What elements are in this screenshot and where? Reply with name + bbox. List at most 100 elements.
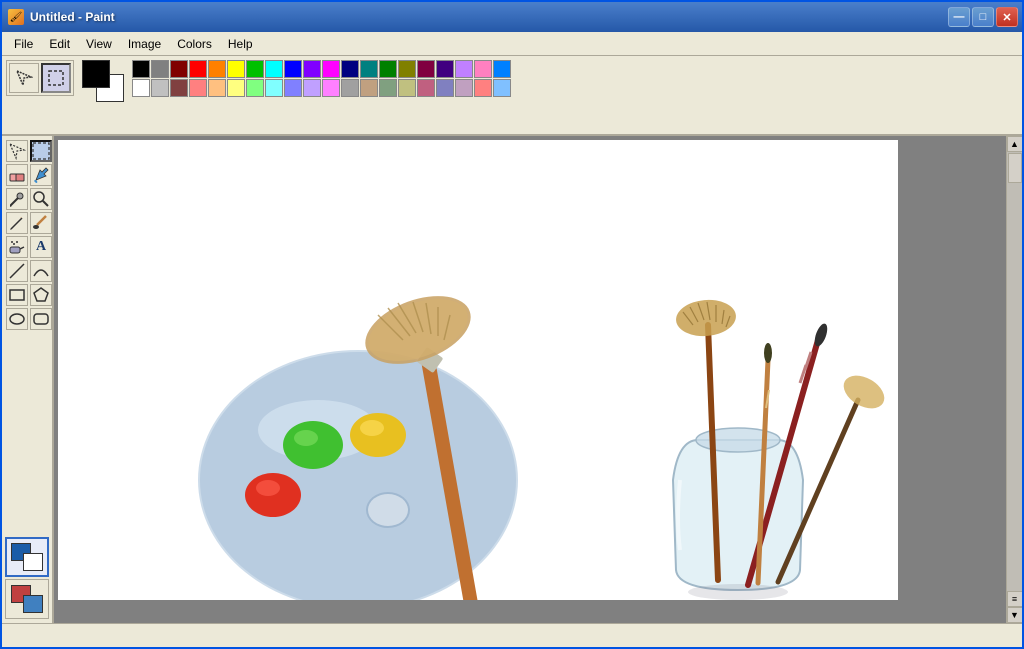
menubar: File Edit View Image Colors Help — [2, 32, 1022, 56]
rect-select-button[interactable] — [30, 140, 52, 162]
swatch-rose[interactable] — [417, 79, 435, 97]
color-palette — [132, 60, 511, 97]
swatch-darkred[interactable] — [170, 60, 188, 78]
statusbar — [2, 623, 1022, 647]
swatch-skyblue[interactable] — [493, 60, 511, 78]
toolbar — [2, 56, 1022, 136]
canvas-with-scrollbar: ▲ ≡ ▼ — [54, 136, 1022, 623]
window-title: Untitled - Paint — [30, 10, 115, 24]
swatch-lilac[interactable] — [455, 79, 473, 97]
polygon-button[interactable] — [30, 284, 52, 306]
main-area: A — [2, 136, 1022, 623]
swatch-lightred[interactable] — [189, 79, 207, 97]
rect-select-tool-toolbar[interactable] — [41, 63, 71, 93]
minimize-button[interactable]: — — [948, 7, 970, 27]
eyedropper-button[interactable] — [6, 188, 28, 210]
swatch-purple[interactable] — [303, 60, 321, 78]
swatch-magenta[interactable] — [322, 60, 340, 78]
swatch-teal[interactable] — [360, 60, 378, 78]
swatch-navy[interactable] — [341, 60, 359, 78]
eraser-button[interactable] — [6, 164, 28, 186]
canvas[interactable] — [58, 140, 898, 600]
swatch-black[interactable] — [132, 60, 150, 78]
swatch-lightpink[interactable] — [322, 79, 340, 97]
free-select-tool-toolbar[interactable] — [9, 63, 39, 93]
airbrush-button[interactable] — [6, 236, 28, 258]
swatch-yellow[interactable] — [227, 60, 245, 78]
main-window: 🖌 Untitled - Paint — □ ✕ File Edit View … — [0, 0, 1024, 649]
swatch-azure[interactable] — [493, 79, 511, 97]
swatch-lightblue[interactable] — [284, 79, 302, 97]
app-icon: 🖌 — [8, 9, 24, 25]
swatch-maroon[interactable] — [417, 60, 435, 78]
bottom-color-options — [6, 537, 48, 619]
swatch-orange[interactable] — [208, 60, 226, 78]
scroll-up-button[interactable]: ▲ — [1007, 136, 1023, 152]
menu-edit[interactable]: Edit — [41, 35, 78, 53]
swatch-lavender[interactable] — [303, 79, 321, 97]
magnify-button[interactable] — [30, 188, 52, 210]
swatch-lightyellow[interactable] — [227, 79, 245, 97]
canvas-container[interactable] — [54, 136, 1006, 623]
vertical-scrollbar[interactable]: ▲ ≡ ▼ — [1006, 136, 1022, 623]
swatch-darkgray[interactable] — [151, 60, 169, 78]
swatch-lightgray[interactable] — [151, 79, 169, 97]
pencil-button[interactable] — [6, 212, 28, 234]
line-button[interactable] — [6, 260, 28, 282]
swatch-cyan[interactable] — [265, 60, 283, 78]
swatch-indigo[interactable] — [436, 60, 454, 78]
swatch-green[interactable] — [379, 60, 397, 78]
swatch-khaki[interactable] — [398, 79, 416, 97]
swatch-peach[interactable] — [208, 79, 226, 97]
swatch-pink[interactable] — [474, 60, 492, 78]
menu-help[interactable]: Help — [220, 35, 261, 53]
swatch-olive[interactable] — [398, 60, 416, 78]
foreground-color-box[interactable] — [82, 60, 110, 88]
tool-grid: A — [6, 140, 48, 330]
canvas-artwork — [58, 140, 898, 600]
color-option-1[interactable] — [5, 537, 49, 577]
menu-file[interactable]: File — [6, 35, 41, 53]
menu-colors[interactable]: Colors — [169, 35, 220, 53]
swatch-salmon[interactable] — [474, 79, 492, 97]
swatch-lime[interactable] — [246, 60, 264, 78]
rounded-rect-button[interactable] — [30, 308, 52, 330]
swatch-lightgreen[interactable] — [246, 79, 264, 97]
color-preview — [82, 60, 124, 102]
swatch-violet[interactable] — [455, 60, 473, 78]
toolbox: A — [2, 136, 54, 623]
menu-image[interactable]: Image — [120, 35, 169, 53]
close-button[interactable]: ✕ — [996, 7, 1018, 27]
titlebar-controls: — □ ✕ — [948, 7, 1018, 27]
toolbar-tool-section — [6, 60, 74, 96]
swatch-red[interactable] — [189, 60, 207, 78]
maximize-button[interactable]: □ — [972, 7, 994, 27]
color-option-2[interactable] — [5, 579, 49, 619]
swatch-blue[interactable] — [284, 60, 302, 78]
swatch-periwinkle[interactable] — [436, 79, 454, 97]
menu-view[interactable]: View — [78, 35, 120, 53]
rect-button[interactable] — [6, 284, 28, 306]
swatch-sage[interactable] — [379, 79, 397, 97]
swatch-silver[interactable] — [341, 79, 359, 97]
titlebar-left: 🖌 Untitled - Paint — [8, 9, 115, 25]
scroll-thumb[interactable] — [1008, 153, 1022, 183]
titlebar: 🖌 Untitled - Paint — □ ✕ — [2, 2, 1022, 32]
swatch-white[interactable] — [132, 79, 150, 97]
curve-button[interactable] — [30, 260, 52, 282]
swatch-lightcyan[interactable] — [265, 79, 283, 97]
swatch-brown[interactable] — [170, 79, 188, 97]
fill-button[interactable] — [30, 164, 52, 186]
text-button[interactable]: A — [30, 236, 52, 258]
brush-button[interactable] — [30, 212, 52, 234]
free-select-button[interactable] — [6, 140, 28, 162]
palette-row-2 — [132, 79, 511, 97]
scroll-track[interactable] — [1007, 152, 1023, 591]
canvas-area: ▲ ≡ ▼ — [54, 136, 1022, 623]
scroll-grip: ≡ — [1007, 591, 1023, 607]
toolbar-tool-row1 — [9, 63, 71, 93]
swatch-tan[interactable] — [360, 79, 378, 97]
scroll-down-button[interactable]: ▼ — [1007, 607, 1023, 623]
ellipse-button[interactable] — [6, 308, 28, 330]
palette-row-1 — [132, 60, 511, 78]
